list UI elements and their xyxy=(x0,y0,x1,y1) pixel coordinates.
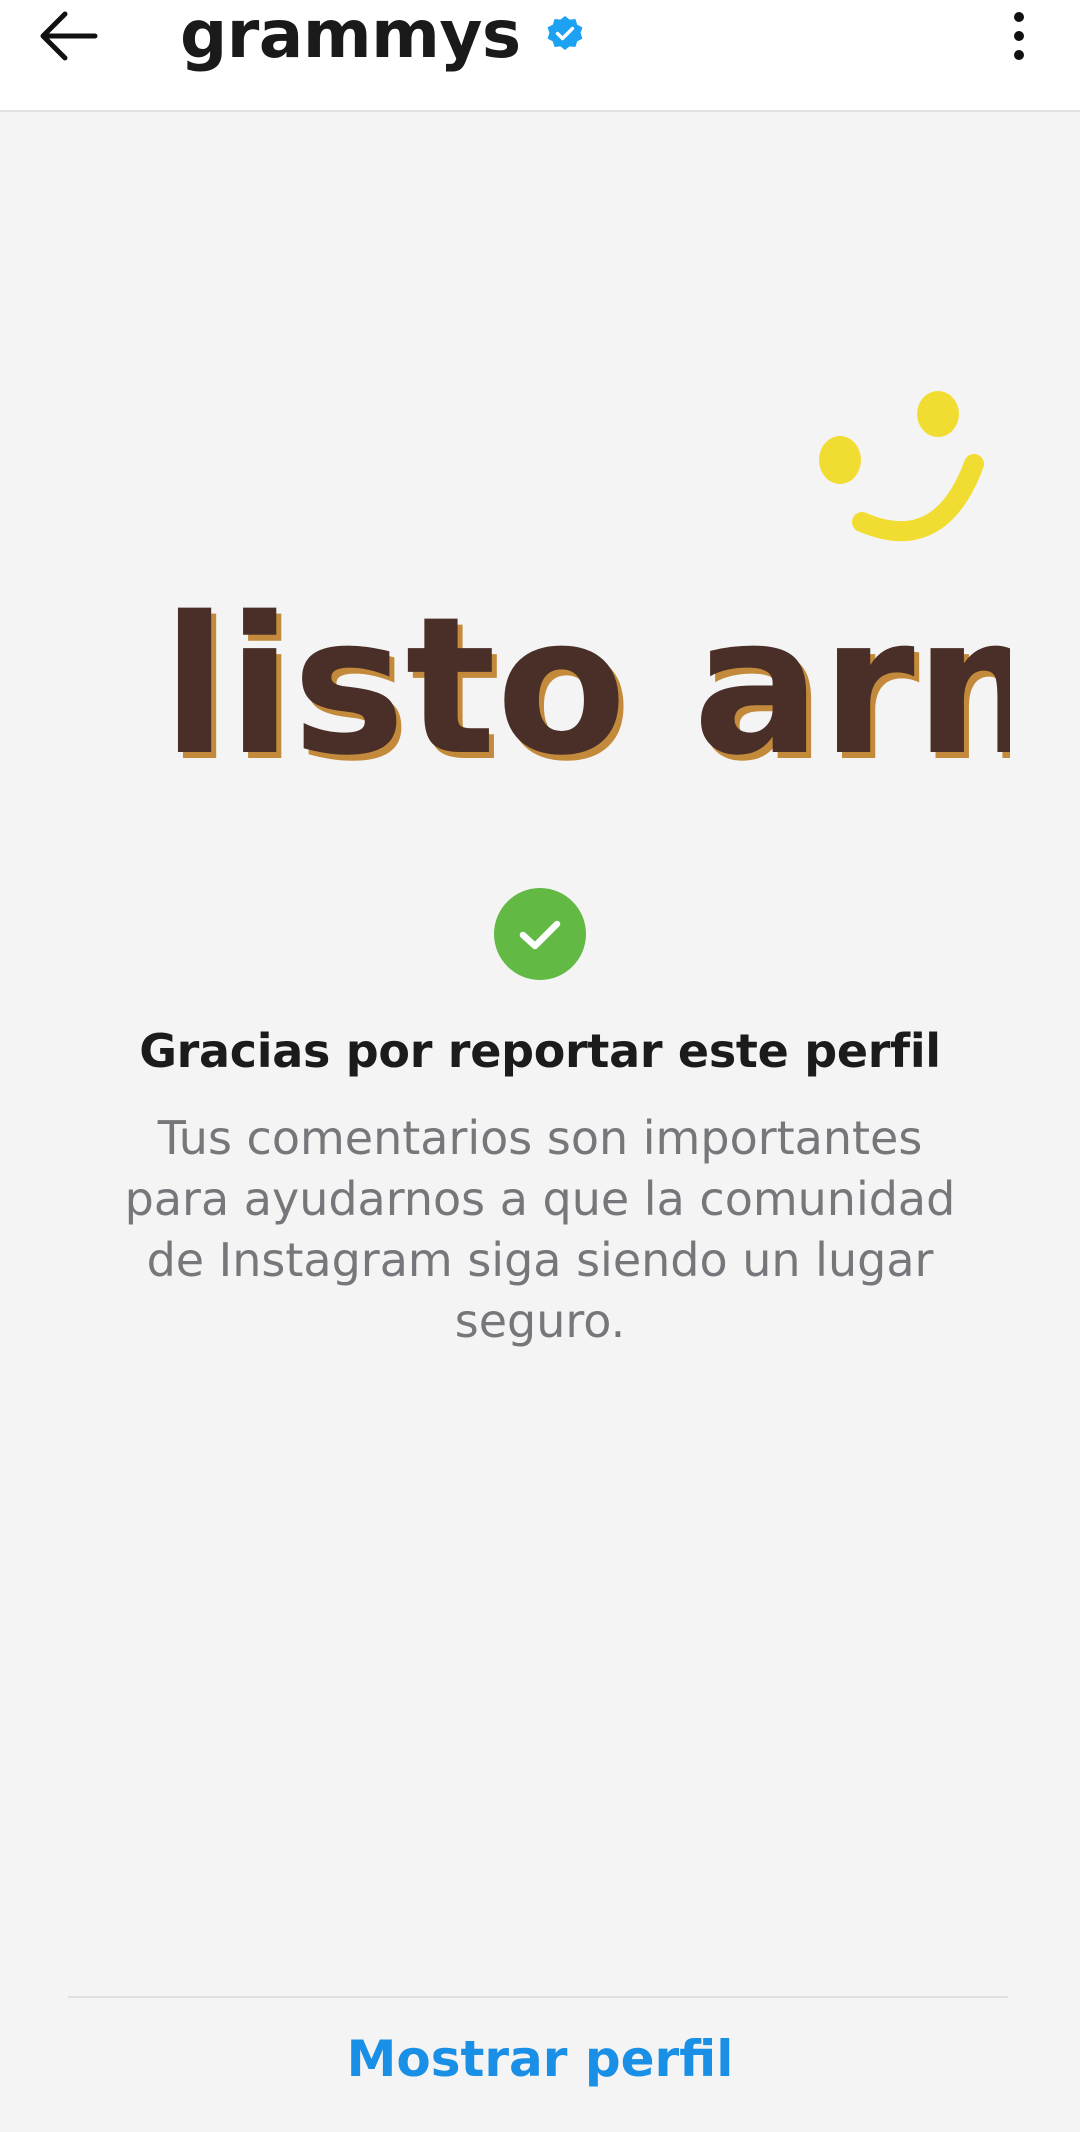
top-app-bar: grammys xyxy=(0,0,1080,112)
smiley-face-icon xyxy=(819,391,984,541)
show-profile-button[interactable]: Mostrar perfil xyxy=(0,2030,1080,2088)
profile-username: grammys xyxy=(180,0,521,73)
profile-title-group: grammys xyxy=(180,0,585,74)
check-circle-icon xyxy=(494,888,586,980)
confirmation-heading: Gracias por reportar este perfil xyxy=(139,1024,941,1078)
sticker-text-shadow: listo army xyxy=(162,576,1010,797)
verified-badge-icon xyxy=(545,14,585,54)
back-button[interactable] xyxy=(28,4,108,68)
listo-army-sticker: listo army listo army xyxy=(162,391,1010,800)
confirmation-body: Tus comentarios son importantes para ayu… xyxy=(124,1111,956,1348)
footer-divider xyxy=(68,1996,1008,1998)
more-options-button[interactable] xyxy=(994,6,1044,66)
arrow-left-icon xyxy=(40,11,98,61)
more-vertical-icon xyxy=(1014,12,1024,60)
